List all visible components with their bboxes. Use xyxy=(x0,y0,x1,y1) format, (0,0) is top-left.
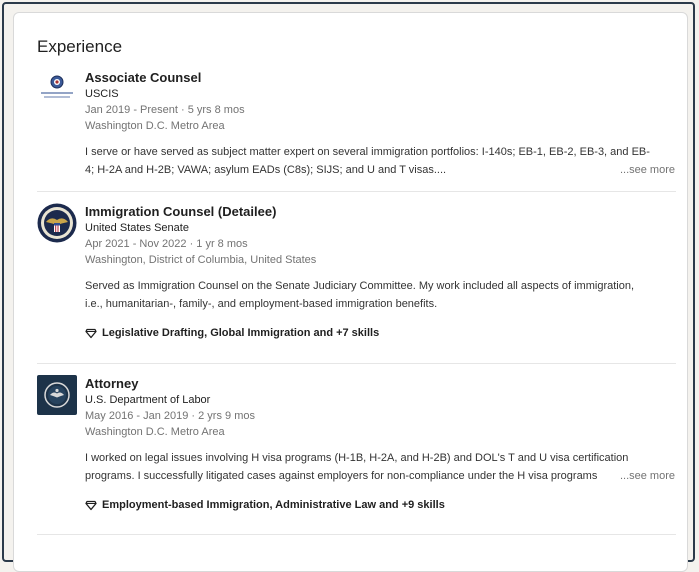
see-more-link[interactable]: ...see more xyxy=(613,161,675,179)
job-description: I worked on legal issues involving H vis… xyxy=(85,449,675,485)
job-description: I serve or have served as subject matter… xyxy=(85,143,675,179)
description-line: I serve or have served as subject matter… xyxy=(85,146,650,158)
see-more-link[interactable]: ...see more xyxy=(613,467,675,485)
organization-name[interactable]: United States Senate xyxy=(85,220,675,236)
job-dates: May 2016 - Jan 2019 · 2 yrs 9 mos xyxy=(85,410,255,422)
browser-frame: Experience Associate Counsel USCIS Jan 2… xyxy=(2,2,695,572)
senate-seal-icon[interactable] xyxy=(37,203,77,243)
description-line: 4; H-2A and H-2B; VAWA; asylum EADs (C8s… xyxy=(85,164,447,176)
job-dates: Jan 2019 - Present · 5 yrs 8 mos xyxy=(85,104,245,116)
divider xyxy=(37,534,676,535)
description-line: Served as Immigration Counsel on the Sen… xyxy=(85,280,635,292)
divider xyxy=(37,191,676,192)
organization-name[interactable]: USCIS xyxy=(85,86,675,102)
diamond-skill-icon xyxy=(85,328,97,339)
dol-seal-icon[interactable] xyxy=(37,375,77,415)
divider xyxy=(37,363,676,364)
job-location: Washington D.C. Metro Area xyxy=(85,120,225,132)
job-location: Washington D.C. Metro Area xyxy=(85,426,225,438)
section-title: Experience xyxy=(37,37,123,56)
skills-text: Legislative Drafting, Global Immigration… xyxy=(102,327,380,339)
organization-name[interactable]: U.S. Department of Labor xyxy=(85,392,675,408)
skills-row[interactable]: Employment-based Immigration, Administra… xyxy=(85,497,675,513)
description-line: i.e., humanitarian-, family-, and employ… xyxy=(85,298,438,310)
job-title[interactable]: Associate Counsel xyxy=(85,69,675,86)
experience-card: Experience Associate Counsel USCIS Jan 2… xyxy=(13,12,688,572)
job-description: Served as Immigration Counsel on the Sen… xyxy=(85,277,675,313)
skills-text: Employment-based Immigration, Administra… xyxy=(102,499,445,511)
skills-row[interactable]: Legislative Drafting, Global Immigration… xyxy=(85,325,675,341)
uscis-seal-icon[interactable] xyxy=(37,69,77,109)
description-line: I worked on legal issues involving H vis… xyxy=(85,452,629,464)
job-title[interactable]: Immigration Counsel (Detailee) xyxy=(85,203,675,220)
job-title[interactable]: Attorney xyxy=(85,375,675,392)
description-line: programs. I successfully litigated cases… xyxy=(85,470,598,482)
job-dates: Apr 2021 - Nov 2022 · 1 yr 8 mos xyxy=(85,238,248,250)
diamond-skill-icon xyxy=(85,500,97,511)
job-location: Washington, District of Columbia, United… xyxy=(85,254,317,266)
